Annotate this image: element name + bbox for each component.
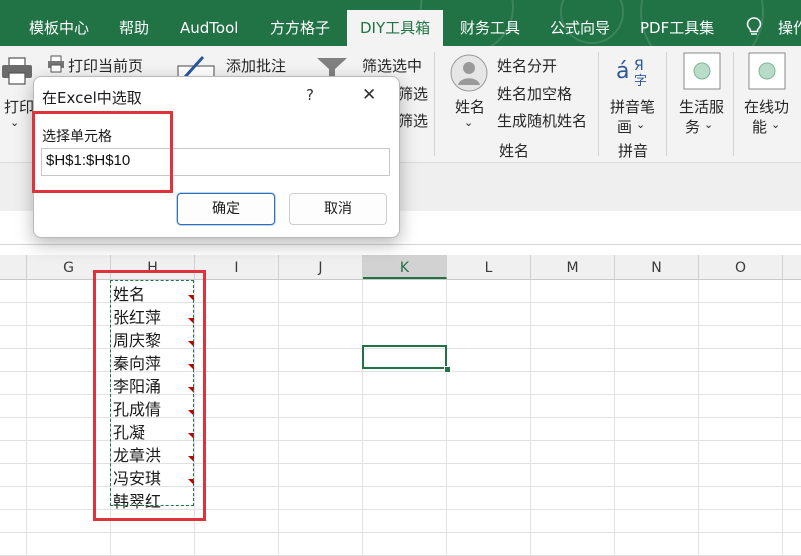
column-line bbox=[278, 280, 279, 556]
pinyin-stroke-button-line2[interactable]: 画 bbox=[617, 116, 632, 137]
ok-button[interactable]: 确定 bbox=[177, 193, 275, 225]
column-line bbox=[530, 280, 531, 556]
life-service-button[interactable]: 生活服 bbox=[679, 96, 724, 117]
filter-selected-button[interactable]: 筛选选中 bbox=[362, 55, 422, 76]
column-header-m[interactable]: M bbox=[531, 255, 615, 279]
highlight-box-field bbox=[32, 111, 173, 193]
tab-fangfang-gezi[interactable]: 方方格子 bbox=[270, 0, 330, 46]
chevron-down-icon[interactable]: ⌄ bbox=[10, 116, 19, 129]
help-button[interactable]: ? bbox=[306, 86, 314, 104]
active-cell[interactable] bbox=[362, 345, 447, 369]
chevron-down-icon[interactable]: ⌄ bbox=[464, 116, 473, 129]
add-comment-button[interactable]: 添加批注 bbox=[226, 55, 286, 76]
name-button-label[interactable]: 姓名 bbox=[455, 96, 485, 117]
tab-audtool[interactable]: AudTool bbox=[180, 0, 238, 46]
tab-template-center[interactable]: 模板中心 bbox=[29, 0, 89, 46]
tab-help[interactable]: 帮助 bbox=[119, 0, 149, 46]
pinyin-icon[interactable]: á Я 字 bbox=[614, 52, 652, 89]
print-button-label[interactable]: 打印 bbox=[4, 96, 34, 117]
dialog-title: 在Excel中选取 bbox=[42, 89, 142, 107]
column-header-i[interactable]: I bbox=[195, 255, 279, 279]
tab-pdf-toolset[interactable]: PDF工具集 bbox=[640, 0, 714, 46]
column-line bbox=[446, 280, 447, 556]
chevron-down-icon[interactable]: ⌄ bbox=[704, 118, 713, 131]
name-group-label: 姓名 bbox=[499, 142, 530, 160]
fill-handle[interactable] bbox=[444, 366, 451, 373]
filter-option-3[interactable]: 筛选 bbox=[398, 110, 428, 131]
split-name-button[interactable]: 姓名分开 bbox=[497, 55, 557, 76]
pinyin-group-label: 拼音 bbox=[618, 142, 649, 160]
tab-operation[interactable]: 操作 bbox=[778, 0, 801, 46]
print-current-page-button[interactable]: 打印当前页 bbox=[68, 55, 143, 76]
row-line bbox=[0, 532, 801, 533]
chevron-down-icon[interactable]: ⌄ bbox=[771, 118, 780, 131]
print-page-icon bbox=[47, 55, 65, 73]
column-line bbox=[782, 280, 783, 556]
close-icon[interactable]: ✕ bbox=[362, 85, 376, 105]
life-service-button-line2[interactable]: 务 bbox=[685, 116, 700, 137]
ribbon-separator bbox=[733, 52, 734, 156]
chevron-down-icon[interactable]: ⌄ bbox=[636, 118, 645, 131]
online-function-button-line2[interactable]: 能 bbox=[752, 116, 767, 137]
lightbulb-icon[interactable] bbox=[746, 0, 762, 46]
online-function-icon[interactable] bbox=[748, 52, 786, 90]
column-header-partial[interactable] bbox=[0, 255, 27, 279]
ribbon-separator bbox=[598, 52, 599, 156]
column-header-l[interactable]: L bbox=[447, 255, 531, 279]
life-service-icon[interactable] bbox=[683, 52, 721, 90]
column-line bbox=[362, 280, 363, 556]
ribbon-separator bbox=[434, 52, 435, 156]
ribbon-separator bbox=[666, 52, 667, 156]
pinyin-stroke-button[interactable]: 拼音笔 bbox=[610, 96, 655, 117]
column-line bbox=[26, 280, 27, 556]
column-header-j[interactable]: J bbox=[279, 255, 363, 279]
printer-icon[interactable] bbox=[0, 56, 34, 86]
column-header-k[interactable]: K bbox=[363, 255, 447, 279]
online-function-button[interactable]: 在线功 bbox=[744, 96, 789, 117]
ribbon-tab-bar: 模板中心 帮助 AudTool 方方格子 DIY工具箱 财务工具 公式向导 PD… bbox=[0, 0, 801, 46]
tab-formula-wizard[interactable]: 公式向导 bbox=[550, 0, 610, 46]
svg-text:á: á bbox=[616, 59, 629, 84]
cancel-button[interactable]: 取消 bbox=[289, 193, 387, 225]
column-header-o[interactable]: O bbox=[699, 255, 783, 279]
filter-option-2[interactable]: 筛选 bbox=[398, 83, 428, 104]
column-line bbox=[698, 280, 699, 556]
highlight-box-names bbox=[93, 270, 206, 521]
tab-finance-tools[interactable]: 财务工具 bbox=[460, 0, 520, 46]
person-icon[interactable] bbox=[450, 54, 488, 92]
svg-text:Я: Я bbox=[634, 58, 644, 74]
tab-diy-toolbox[interactable]: DIY工具箱 bbox=[347, 10, 444, 46]
column-header-n[interactable]: N bbox=[615, 255, 699, 279]
column-line bbox=[614, 280, 615, 556]
name-add-space-button[interactable]: 姓名加空格 bbox=[497, 83, 572, 104]
random-name-button[interactable]: 生成随机姓名 bbox=[497, 110, 587, 131]
svg-text:字: 字 bbox=[634, 74, 647, 88]
